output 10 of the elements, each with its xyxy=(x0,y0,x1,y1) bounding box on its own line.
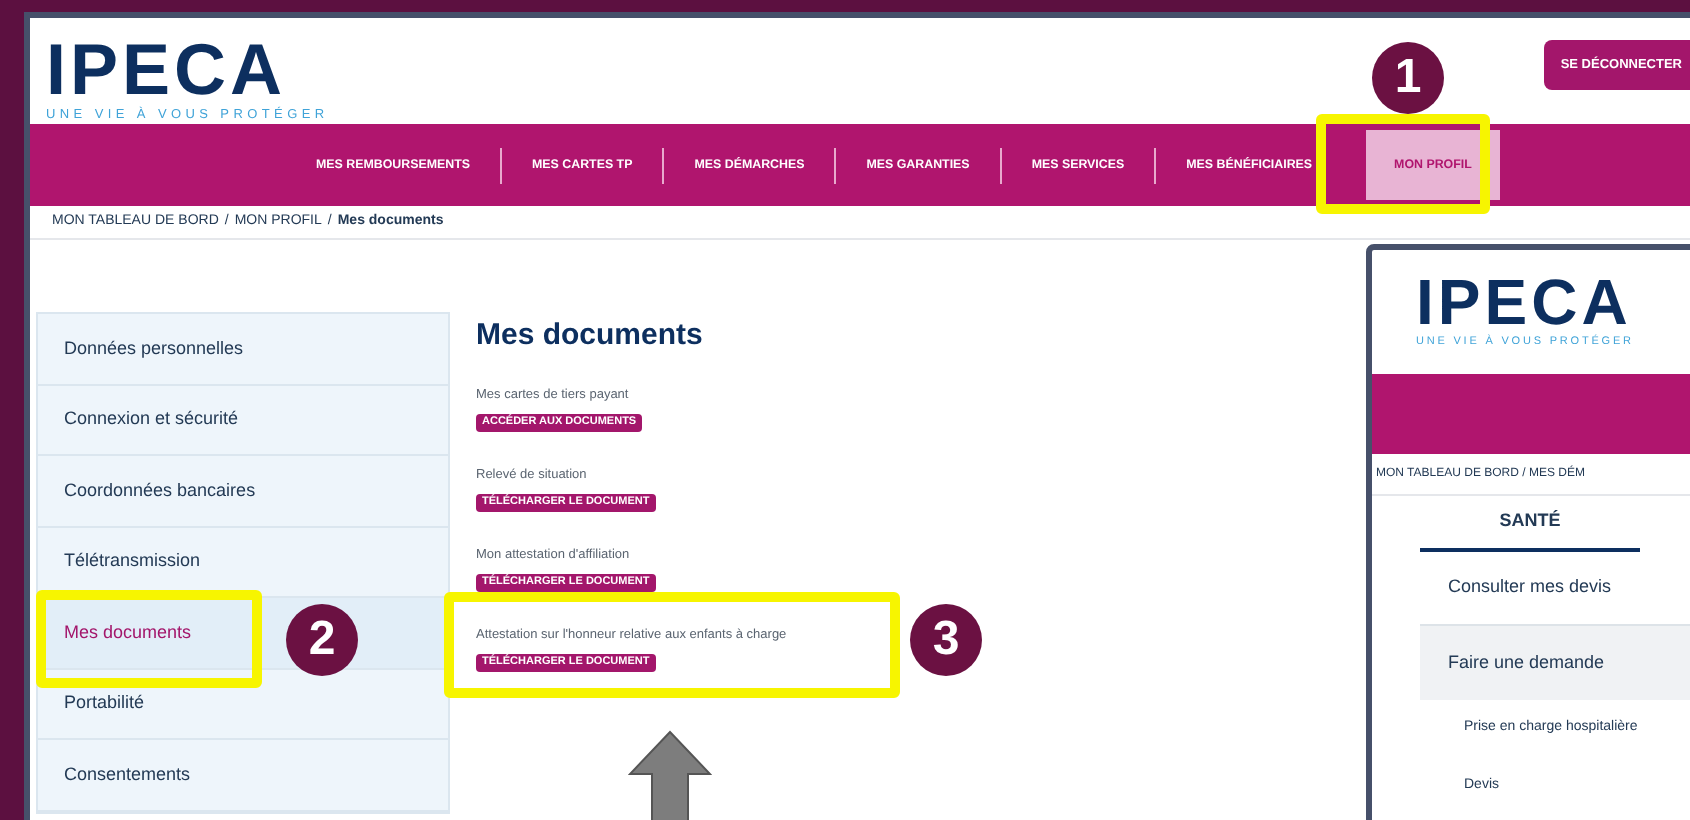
sidebar-item[interactable]: Télétransmission xyxy=(38,527,448,598)
page-title: Mes documents xyxy=(476,316,705,356)
up-arrow-icon xyxy=(628,730,712,820)
logo-wordmark: IPECA xyxy=(46,34,287,106)
menu-item[interactable]: Faire une demande xyxy=(1420,626,1690,700)
sidebar-item[interactable]: Connexion et sécurité xyxy=(38,385,448,456)
logo-wordmark: IPECA xyxy=(1416,270,1634,334)
sidebar-item[interactable]: Consentements xyxy=(38,740,448,811)
sidebar-item[interactable]: Données personnelles xyxy=(38,314,448,385)
sidebar-item[interactable]: Coordonnées bancaires xyxy=(38,456,448,527)
